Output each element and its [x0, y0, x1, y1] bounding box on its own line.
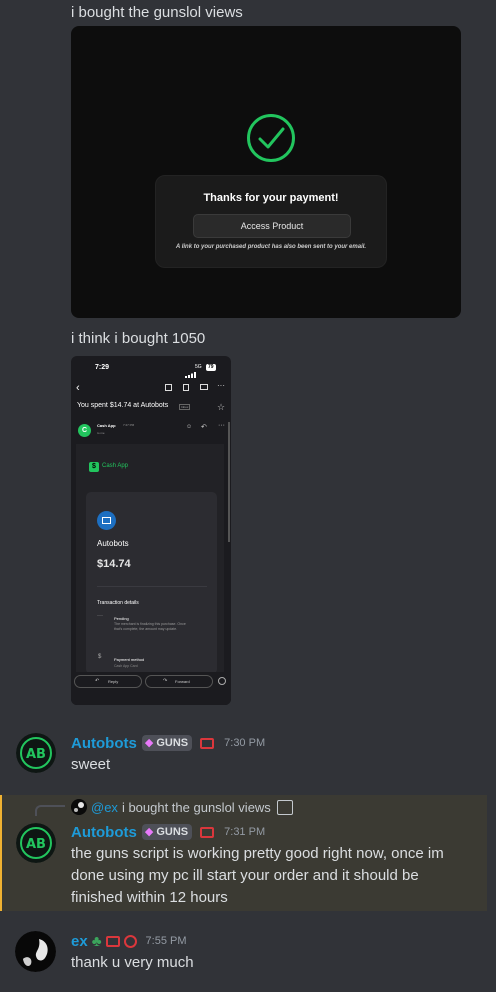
message-text: sweet — [71, 756, 111, 773]
reply-preview: i bought the gunslol views — [121, 799, 271, 815]
payment-title: Thanks for your payment! — [203, 192, 339, 204]
status: Pending — [114, 616, 129, 621]
dots-icon: ··· — [97, 613, 103, 619]
username[interactable]: ex — [71, 933, 88, 950]
amount: $14.74 — [97, 558, 131, 570]
autobots-logo-icon: AB — [16, 733, 56, 773]
payment-modal: Thanks for your payment! Access Product … — [155, 175, 387, 268]
monitor-icon — [200, 826, 215, 838]
message-header: ex ♣ 7:55 PM — [71, 931, 187, 951]
username[interactable]: Autobots — [71, 735, 137, 752]
monitor-icon — [105, 935, 120, 947]
reply-icon: ↶ — [95, 678, 100, 684]
timestamp: 7:31 PM — [224, 826, 266, 838]
avatar[interactable]: AB — [16, 823, 56, 863]
message-line: finished within 12 hours — [71, 889, 228, 906]
mail-icon[interactable] — [200, 384, 208, 390]
gem-icon: ◆ — [144, 737, 154, 749]
ex-avatar-image — [15, 931, 56, 972]
more-icon[interactable]: ··· — [217, 381, 225, 390]
reply-arrow-icon[interactable]: ↶ — [201, 423, 207, 431]
emoji-icon[interactable] — [218, 677, 226, 685]
message-text: i bought the gunslol views — [71, 4, 243, 21]
email-subject: You spent $14.74 at Autobots — [77, 402, 169, 409]
more-icon[interactable]: ··· — [218, 422, 225, 429]
star-icon[interactable]: ☆ — [217, 402, 225, 413]
clover-icon: ♣ — [91, 932, 102, 950]
divider — [97, 586, 207, 587]
payment-note: A link to your purchased product has als… — [175, 244, 367, 250]
phone-footer: ↶ Reply ↷ Forward — [71, 672, 231, 705]
message-text: thank u very much — [71, 954, 194, 971]
sender-time: 7:27 PM — [123, 423, 135, 427]
avatar[interactable]: AB — [16, 733, 56, 773]
reply-button[interactable]: ↶ Reply — [74, 675, 142, 688]
forward-icon: ↷ — [163, 678, 168, 684]
receipt-card: Autobots $14.74 Transaction details ··· … — [86, 492, 217, 674]
timestamp: 7:55 PM — [145, 935, 187, 947]
access-product-button[interactable]: Access Product — [193, 214, 351, 238]
envelope-icon — [102, 517, 111, 524]
trash-icon[interactable] — [183, 384, 189, 391]
inbox-badge: Inbox — [179, 404, 191, 410]
reply-avatar — [71, 799, 87, 815]
merchant-name: Autobots — [97, 539, 129, 548]
svg-text:AB: AB — [26, 837, 46, 852]
archive-icon[interactable] — [165, 384, 172, 391]
dollar-icon: $ — [98, 654, 102, 660]
globe-icon — [123, 934, 137, 948]
reply-mention[interactable]: @ex — [91, 800, 118, 815]
brand-name: Cash App — [102, 463, 129, 469]
message-line: done using my pc ill start your order an… — [71, 867, 419, 884]
receipt-image-attachment[interactable]: 7:29 5G 79 ‹ ··· You spent $14.74 at Aut… — [71, 356, 231, 705]
details-heading: Transaction details — [97, 600, 139, 606]
reply-spine — [35, 805, 65, 816]
sender-name: Cash App — [97, 423, 116, 428]
sender-avatar: C — [78, 424, 91, 437]
payment-method-value: Cash App Card — [114, 664, 138, 668]
payment-method-label: Payment method — [114, 657, 145, 662]
battery-icon: 79 — [206, 364, 216, 371]
autobots-logo-icon: AB — [16, 823, 56, 863]
guild-tag-label: GUNS — [156, 737, 189, 749]
message-header: Autobots ◆ GUNS 7:31 PM — [71, 822, 265, 842]
merchant-avatar — [97, 511, 116, 530]
monitor-icon — [200, 737, 215, 749]
network-type: 5G — [195, 364, 202, 370]
to-me-label: to me — [97, 431, 105, 435]
forward-button[interactable]: ↷ Forward — [145, 675, 213, 688]
phone-clock: 7:29 — [95, 364, 110, 371]
message-header: Autobots ◆ GUNS 7:30 PM — [71, 733, 265, 753]
guild-tag[interactable]: ◆ GUNS — [141, 735, 193, 751]
username[interactable]: Autobots — [71, 824, 137, 841]
email-body: $ Cash App Autobots $14.74 Transaction d… — [76, 444, 224, 674]
payment-image-attachment[interactable]: Thanks for your payment! Access Product … — [71, 26, 461, 318]
emoji-react-icon[interactable]: ☺ — [186, 424, 192, 430]
check-circle-icon — [247, 114, 295, 162]
image-icon — [276, 799, 293, 815]
message-text: the guns script is working pretty good r… — [71, 843, 444, 909]
reply-label: Reply — [108, 679, 119, 684]
gem-icon: ◆ — [144, 826, 154, 838]
guild-tag-label: GUNS — [156, 826, 189, 838]
timestamp: 7:30 PM — [224, 737, 266, 749]
cash-app-logo-icon: $ — [89, 462, 99, 472]
guild-tag[interactable]: ◆ GUNS — [141, 824, 193, 840]
svg-text:AB: AB — [26, 747, 46, 762]
reply-reference[interactable]: @ex i bought the gunslol views — [71, 798, 293, 816]
message-line: the guns script is working pretty good r… — [71, 845, 444, 862]
message-text: i think i bought 1050 — [71, 330, 206, 347]
status-desc: The merchant is finalizing this purchase… — [114, 622, 186, 631]
avatar[interactable] — [15, 931, 56, 972]
back-arrow-icon[interactable]: ‹ — [76, 382, 80, 394]
scrollbar[interactable] — [228, 422, 230, 542]
forward-label: Forward — [175, 679, 190, 684]
